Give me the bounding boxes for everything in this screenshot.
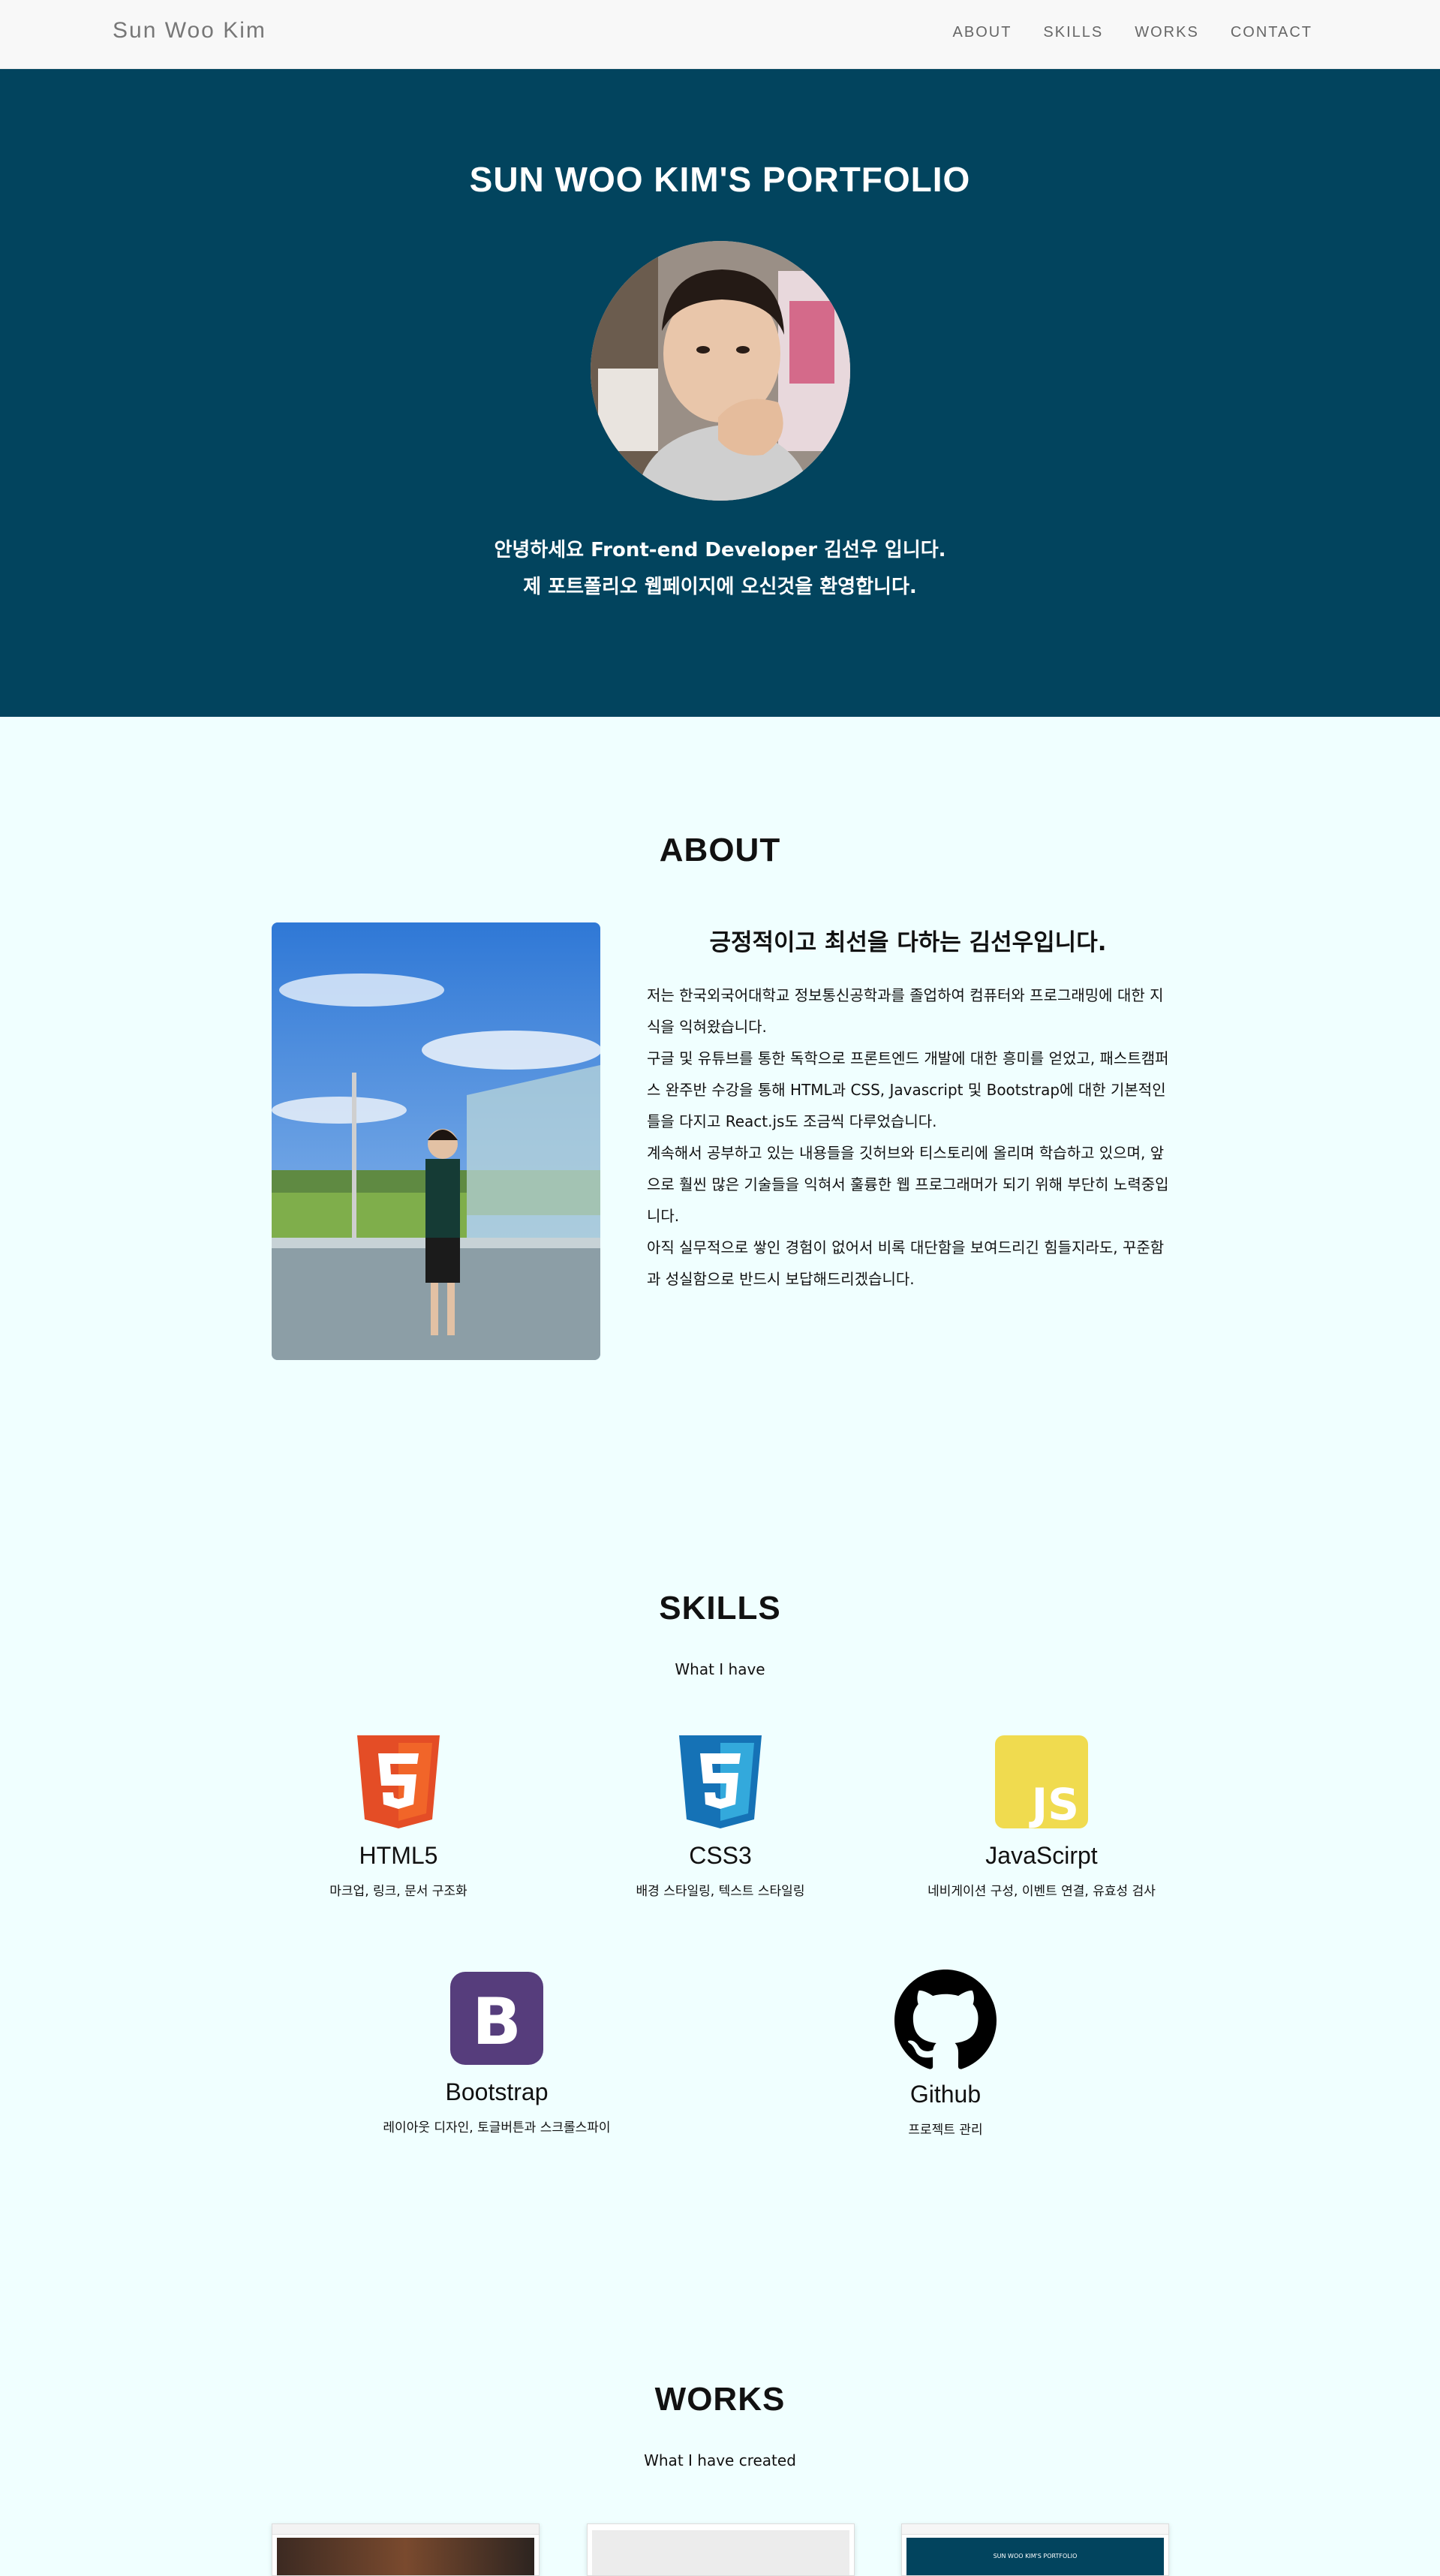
profile-photo [591,241,850,501]
html5-icon [357,1735,440,1828]
work-card[interactable]: SUN WOO KIM'S PORTFOLIO [901,2523,1169,2576]
skills-title: SKILLS [659,1590,781,1627]
work-thumb-header [902,2524,1168,2535]
skill-name: Github [909,2081,982,2108]
hero-greeting-line1: 안녕하세요 Front-end Developer 김선우 입니다. [494,539,946,561]
skill-card-html5: HTML5 마크업, 링크, 문서 구조화 [286,1735,511,1899]
css3-icon [679,1735,762,1828]
about-title: ABOUT [659,832,781,868]
about-paragraph: 구글 및 유튜브를 통한 독학으로 프론트엔드 개발에 대한 흥미를 얻었고, … [647,1049,1169,1130]
svg-text:JS: JS [1029,1779,1079,1828]
skill-name: Bootstrap [445,2078,549,2105]
work-thumbnail [592,2530,849,2575]
about-paragraph: 저는 한국외국어대학교 정보통신공학과를 졸업하여 컴퓨터와 프로그래밍에 대한… [647,986,1164,1036]
works-title: WORKS [654,2381,786,2418]
hero-title: SUN WOO KIM'S PORTFOLIO [469,160,971,199]
skill-desc: 네비게이션 구성, 이벤트 연결, 유효성 검사 [927,1884,1156,1899]
skill-desc: 마크업, 링크, 문서 구조화 [329,1884,467,1899]
skill-name: HTML5 [359,1842,438,1869]
skill-name: JavaScirpt [985,1842,1098,1869]
skills-subtitle: What I have [675,1660,765,1678]
github-icon [894,1970,997,2069]
nav-link-skills[interactable]: SKILLS [1043,24,1103,41]
about-paragraph: 아직 실무적으로 쌓인 경험이 없어서 비록 대단함을 보여드리긴 힘들지라도,… [647,1238,1165,1288]
about-body: 저는 한국외국어대학교 정보통신공학과를 졸업하여 컴퓨터와 프로그래밍에 대한… [647,980,1172,1295]
works-subtitle: What I have created [644,2451,796,2469]
hero-greeting-line2: 제 포트폴리오 웹페이지에 오신것을 환영합니다. [523,576,917,598]
nav-links: ABOUT SKILLS WORKS CONTACT [953,24,1312,41]
nav-link-contact[interactable]: CONTACT [1231,24,1312,41]
navbar: Sun Woo Kim ABOUT SKILLS WORKS CONTACT [0,0,1440,69]
skill-name: CSS3 [689,1842,752,1869]
work-card[interactable] [587,2523,855,2576]
work-thumb-header [272,2524,539,2535]
about-paragraph: 계속해서 공부하고 있는 내용들을 깃허브와 티스토리에 올리며 학습하고 있으… [647,1144,1169,1225]
work-thumbnail: SUN WOO KIM'S PORTFOLIO [906,2538,1164,2575]
skill-card-bootstrap: B Bootstrap 레이아웃 디자인, 토글버튼과 스크롤스파이 [354,1972,639,2135]
hero-section: SUN WOO KIM'S PORTFOLIO 안녕하세요 Front-end … [0,69,1440,717]
skill-desc: 프로젝트 관리 [908,2123,983,2138]
brand-logo[interactable]: Sun Woo Kim [113,18,266,44]
nav-link-works[interactable]: WORKS [1135,24,1199,41]
nav-link-about[interactable]: ABOUT [953,24,1012,41]
skill-desc: 배경 스타일링, 텍스트 스타일링 [636,1884,805,1899]
skill-card-css3: CSS3 배경 스타일링, 텍스트 스타일링 [608,1735,833,1899]
about-heading: 긍정적이고 최선을 다하는 김선우입니다. [709,929,1107,956]
skill-card-github: Github 프로젝트 관리 [833,1970,1058,2138]
javascript-icon: JS [995,1735,1088,1828]
work-thumbnail [277,2538,534,2575]
skill-desc: 레이아웃 디자인, 토글버튼과 스크롤스파이 [383,2120,611,2135]
bootstrap-icon: B [450,1972,543,2065]
work-card[interactable] [272,2523,540,2576]
about-photo [272,922,600,1360]
skill-card-javascript: JS JavaScirpt 네비게이션 구성, 이벤트 연결, 유효성 검사 [891,1735,1192,1899]
svg-text:B: B [472,1985,522,2060]
